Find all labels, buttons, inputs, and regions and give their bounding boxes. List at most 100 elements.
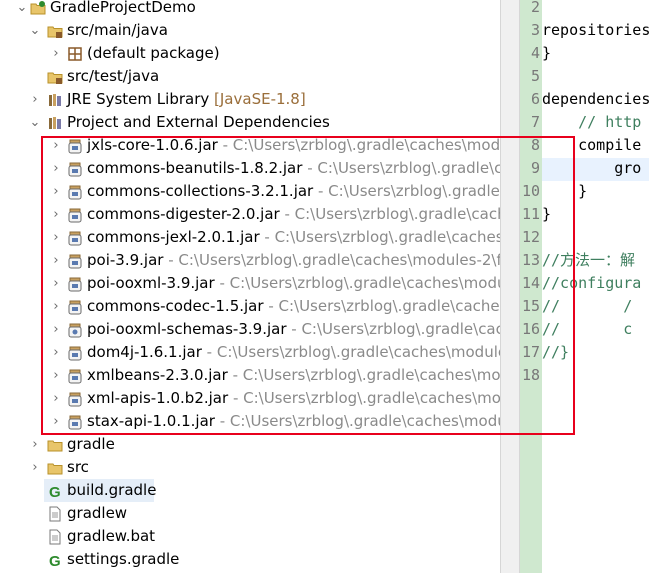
code-editor[interactable]: 23repositories {4}56dependencies {7 // h… bbox=[520, 0, 649, 573]
jar-path: - C:\Users\zrblog\.gradle\caches\modules… bbox=[206, 343, 500, 361]
code-line: compile bbox=[542, 136, 642, 154]
tree-item-gradle-folder[interactable]: › gradle bbox=[0, 433, 500, 456]
jar-item[interactable]: › commons-beanutils-1.8.2.jar - C:\Users… bbox=[0, 157, 500, 180]
gradlew-bat-label: gradlew.bat bbox=[67, 527, 156, 545]
jar-item[interactable]: › poi-ooxml-schemas-3.9.jar - C:\Users\z… bbox=[0, 318, 500, 341]
jar-item[interactable]: › commons-digester-2.0.jar - C:\Users\zr… bbox=[0, 203, 500, 226]
jar-item[interactable]: › commons-collections-3.2.1.jar - C:\Use… bbox=[0, 180, 500, 203]
jar-path: - C:\Users\zrblog\.gradle\caches\modules… bbox=[268, 297, 500, 315]
tree-item-settings-gradle[interactable]: G settings.gradle bbox=[0, 548, 500, 571]
code-line: repositories { bbox=[542, 21, 649, 39]
code-line: // / bbox=[542, 297, 633, 315]
line-number: 4 bbox=[530, 44, 540, 62]
line-number: 17 bbox=[521, 343, 540, 361]
jar-icon bbox=[67, 391, 83, 407]
gradle-file-icon: G bbox=[47, 552, 63, 570]
jar-name: xml-apis-1.0.b2.jar bbox=[87, 389, 229, 407]
chevron-down-icon[interactable]: ⌄ bbox=[29, 19, 41, 42]
jar-item[interactable]: › xmlbeans-2.3.0.jar - C:\Users\zrblog\.… bbox=[0, 364, 500, 387]
jar-item[interactable]: › commons-codec-1.5.jar - C:\Users\zrblo… bbox=[0, 295, 500, 318]
line-number: 3 bbox=[530, 21, 540, 39]
chevron-right-icon[interactable]: › bbox=[50, 134, 62, 157]
line-number: 10 bbox=[521, 182, 540, 200]
jar-item[interactable]: › jxls-core-1.0.6.jar - C:\Users\zrblog\… bbox=[0, 134, 500, 157]
gradle-file-icon: G bbox=[47, 483, 63, 501]
code-line: } bbox=[542, 44, 552, 62]
code-line: gro bbox=[542, 159, 642, 177]
jar-name: stax-api-1.0.1.jar bbox=[87, 412, 215, 430]
build-gradle-label: build.gradle bbox=[67, 481, 157, 499]
folder-icon bbox=[47, 437, 63, 453]
code-line: } bbox=[542, 182, 588, 200]
chevron-right-icon[interactable]: › bbox=[29, 88, 41, 111]
library-icon bbox=[47, 115, 63, 131]
chevron-right-icon[interactable]: › bbox=[50, 295, 62, 318]
chevron-right-icon[interactable]: › bbox=[50, 249, 62, 272]
source-folder-icon bbox=[47, 23, 63, 39]
folder-icon bbox=[47, 460, 63, 476]
jar-name: commons-jexl-2.0.1.jar bbox=[87, 228, 260, 246]
code-line: //configura bbox=[542, 274, 642, 292]
jar-path: - C:\Users\zrblog\.gradle\caches\modules… bbox=[232, 366, 500, 384]
chevron-right-icon[interactable]: › bbox=[50, 318, 62, 341]
tree-item-src-test-java[interactable]: src/test/java bbox=[0, 65, 500, 88]
dependencies-label: Project and External Dependencies bbox=[67, 113, 330, 131]
tree-item-src-main-java[interactable]: ⌄ src/main/java bbox=[0, 19, 500, 42]
chevron-right-icon[interactable]: › bbox=[29, 433, 41, 456]
jar-name: poi-ooxml-3.9.jar bbox=[87, 274, 215, 292]
jar-path: - C:\Users\zrblog\.gradle\caches\modules… bbox=[219, 412, 500, 430]
chevron-right-icon[interactable]: › bbox=[29, 456, 41, 479]
chevron-down-icon[interactable]: ⌄ bbox=[16, 0, 28, 19]
jar-item[interactable]: › commons-jexl-2.0.1.jar - C:\Users\zrbl… bbox=[0, 226, 500, 249]
tree-item-dependencies[interactable]: ⌄ Project and External Dependencies bbox=[0, 111, 500, 134]
jar-icon bbox=[67, 414, 83, 430]
tree-item-build-gradle[interactable]: G build.gradle bbox=[44, 479, 157, 502]
tree-item-gradlew[interactable]: gradlew bbox=[0, 502, 500, 525]
tree-item-project[interactable]: ⌄ GradleProjectDemo bbox=[0, 0, 500, 19]
chevron-right-icon[interactable]: › bbox=[50, 272, 62, 295]
jar-icon bbox=[67, 322, 83, 338]
jar-name: poi-ooxml-schemas-3.9.jar bbox=[87, 320, 287, 338]
line-number: 6 bbox=[530, 90, 540, 108]
line-number: 7 bbox=[530, 113, 540, 131]
library-icon bbox=[47, 92, 63, 108]
package-explorer-tree: ⌄ GradleProjectDemo ⌄ src/main/java › (d… bbox=[0, 0, 500, 573]
jar-item[interactable]: › poi-ooxml-3.9.jar - C:\Users\zrblog\.g… bbox=[0, 272, 500, 295]
chevron-right-icon[interactable]: › bbox=[50, 387, 62, 410]
vertical-scrollbar[interactable] bbox=[500, 0, 520, 573]
line-number: 11 bbox=[521, 205, 540, 223]
jar-item[interactable]: › xml-apis-1.0.b2.jar - C:\Users\zrblog\… bbox=[0, 387, 500, 410]
chevron-right-icon[interactable]: › bbox=[50, 180, 62, 203]
jar-path: - C:\Users\zrblog\.gradle\caches\modules… bbox=[222, 136, 500, 154]
line-number: 9 bbox=[530, 159, 540, 177]
src-folder-label: src bbox=[67, 458, 89, 476]
chevron-right-icon[interactable]: › bbox=[50, 203, 62, 226]
jar-item[interactable]: › stax-api-1.0.1.jar - C:\Users\zrblog\.… bbox=[0, 410, 500, 433]
chevron-right-icon[interactable]: › bbox=[50, 341, 62, 364]
jar-name: jxls-core-1.0.6.jar bbox=[87, 136, 218, 154]
tree-item-src-folder[interactable]: › src bbox=[0, 456, 500, 479]
jar-name: dom4j-1.6.1.jar bbox=[87, 343, 202, 361]
chevron-right-icon[interactable]: › bbox=[50, 157, 62, 180]
chevron-right-icon[interactable]: › bbox=[50, 364, 62, 387]
tree-item-gradlew-bat[interactable]: gradlew.bat bbox=[0, 525, 500, 548]
jar-name: commons-collections-3.2.1.jar bbox=[87, 182, 314, 200]
jar-name: commons-digester-2.0.jar bbox=[87, 205, 280, 223]
chevron-right-icon[interactable]: › bbox=[50, 410, 62, 433]
tree-item-default-package[interactable]: › (default package) bbox=[0, 42, 500, 65]
source-folder-icon bbox=[47, 69, 63, 85]
chevron-right-icon[interactable]: › bbox=[50, 42, 62, 65]
src-test-java-label: src/test/java bbox=[67, 67, 160, 85]
line-number: 18 bbox=[521, 366, 540, 384]
project-label: GradleProjectDemo bbox=[50, 0, 196, 16]
jar-path: - C:\Users\zrblog\.gradle\caches\modules… bbox=[284, 205, 500, 223]
jar-item[interactable]: › dom4j-1.6.1.jar - C:\Users\zrblog\.gra… bbox=[0, 341, 500, 364]
jar-item[interactable]: › poi-3.9.jar - C:\Users\zrblog\.gradle\… bbox=[0, 249, 500, 272]
jre-label: JRE System Library bbox=[67, 90, 210, 108]
jar-path: - C:\Users\zrblog\.gradle\caches\modules… bbox=[317, 182, 500, 200]
chevron-down-icon[interactable]: ⌄ bbox=[29, 111, 41, 134]
chevron-right-icon[interactable]: › bbox=[50, 226, 62, 249]
jar-icon bbox=[67, 138, 83, 154]
svg-text:G: G bbox=[49, 484, 61, 499]
tree-item-jre-library[interactable]: › JRE System Library [JavaSE-1.8] bbox=[0, 88, 500, 111]
